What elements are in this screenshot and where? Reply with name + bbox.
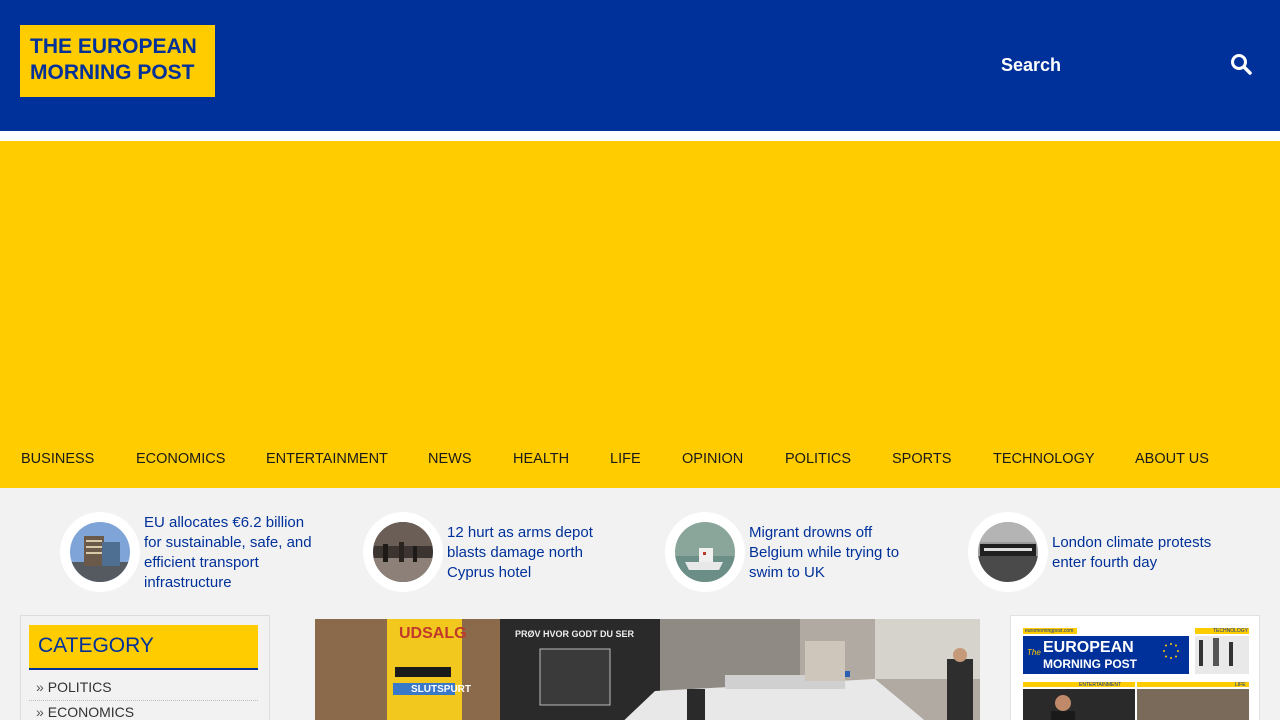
- category-item-label: ECONOMICS: [47, 704, 135, 720]
- chevron-right-icon: »: [36, 704, 44, 720]
- cover-site: euromorningpost.com: [1025, 628, 1074, 634]
- featured-thumbnail[interactable]: [363, 512, 443, 592]
- nav-item-sports[interactable]: SPORTS: [892, 450, 951, 468]
- nav-item-politics[interactable]: POLITICS: [785, 450, 851, 468]
- category-header: CATEGORY: [29, 625, 258, 670]
- photo-sign-slutspurt: SLUTSPURT: [411, 684, 471, 695]
- photo-sign-text: PRØV HVOR GODT DU SER: [515, 629, 635, 639]
- search-input[interactable]: Search: [1001, 54, 1061, 76]
- category-item-economics[interactable]: » ECONOMICS: [29, 703, 258, 720]
- newspaper-cover: euromorningpost.com The EUROPEAN MORNING…: [1023, 628, 1249, 720]
- nav-item-technology[interactable]: TECHNOLOGY: [993, 450, 1095, 468]
- featured-item[interactable]: EU allocates €6.2 billion for sustainabl…: [60, 512, 320, 594]
- featured-item[interactable]: London climate protests enter fourth day: [968, 512, 1228, 594]
- nav-item-entertainment[interactable]: ENTERTAINMENT: [266, 450, 388, 468]
- site-header: THE EUROPEAN MORNING POST Search: [0, 0, 1280, 131]
- main-nav: BUSINESS ECONOMICS ENTERTAINMENT NEWS HE…: [0, 450, 1280, 470]
- chevron-right-icon: »: [36, 679, 44, 695]
- nav-item-business[interactable]: BUSINESS: [21, 450, 94, 468]
- featured-title[interactable]: London climate protests enter fourth day: [1052, 533, 1222, 573]
- main-story-image[interactable]: UDSALG PRØV HVOR GODT DU SER SLUTSPURT: [315, 619, 980, 720]
- logo-line-2: MORNING POST: [30, 61, 195, 84]
- search-icon[interactable]: [1229, 52, 1253, 76]
- featured-thumbnail[interactable]: [968, 512, 1048, 592]
- featured-headlines: EU allocates €6.2 billion for sustainabl…: [0, 512, 1280, 602]
- cover-tag-technology: TECHNOLOGY: [1213, 628, 1249, 634]
- cover-brand-1: EUROPEAN: [1043, 639, 1134, 656]
- cover-brand-2: MORNING POST: [1043, 657, 1138, 671]
- nav-item-life[interactable]: LIFE: [610, 450, 641, 468]
- featured-item[interactable]: Migrant drowns off Belgium while trying …: [665, 512, 925, 594]
- header-divider: [0, 131, 1280, 141]
- nav-item-health[interactable]: HEALTH: [513, 450, 569, 468]
- photo-sign-udsalg: UDSALG: [399, 625, 467, 642]
- ad-banner: [0, 141, 1280, 488]
- featured-thumbnail[interactable]: [60, 512, 140, 592]
- featured-title[interactable]: EU allocates €6.2 billion for sustainabl…: [144, 513, 322, 593]
- featured-title[interactable]: Migrant drowns off Belgium while trying …: [749, 523, 919, 583]
- nav-item-news[interactable]: NEWS: [428, 450, 472, 468]
- cover-tag-life: LIFE: [1235, 682, 1246, 688]
- logo-line-1: THE EUROPEAN: [30, 35, 197, 58]
- featured-item[interactable]: 12 hurt as arms depot blasts damage nort…: [363, 512, 623, 594]
- nav-item-opinion[interactable]: OPINION: [682, 450, 743, 468]
- category-title: CATEGORY: [38, 634, 154, 657]
- nav-item-about-us[interactable]: ABOUT US: [1135, 450, 1209, 468]
- category-item-label: POLITICS: [47, 679, 112, 695]
- eu-flag-icon: [1157, 640, 1185, 662]
- newspaper-cover-widget[interactable]: euromorningpost.com The EUROPEAN MORNING…: [1010, 615, 1260, 720]
- featured-thumbnail[interactable]: [665, 512, 745, 592]
- featured-title[interactable]: 12 hurt as arms depot blasts damage nort…: [447, 523, 617, 583]
- category-item-politics[interactable]: » POLITICS: [29, 678, 258, 701]
- site-logo[interactable]: THE EUROPEAN MORNING POST: [20, 25, 215, 97]
- cover-tag-entertainment: ENTERTAINMENT: [1079, 682, 1122, 688]
- nav-item-economics[interactable]: ECONOMICS: [136, 450, 225, 468]
- cover-the: The: [1027, 648, 1041, 657]
- category-widget: CATEGORY » POLITICS » ECONOMICS: [20, 615, 270, 720]
